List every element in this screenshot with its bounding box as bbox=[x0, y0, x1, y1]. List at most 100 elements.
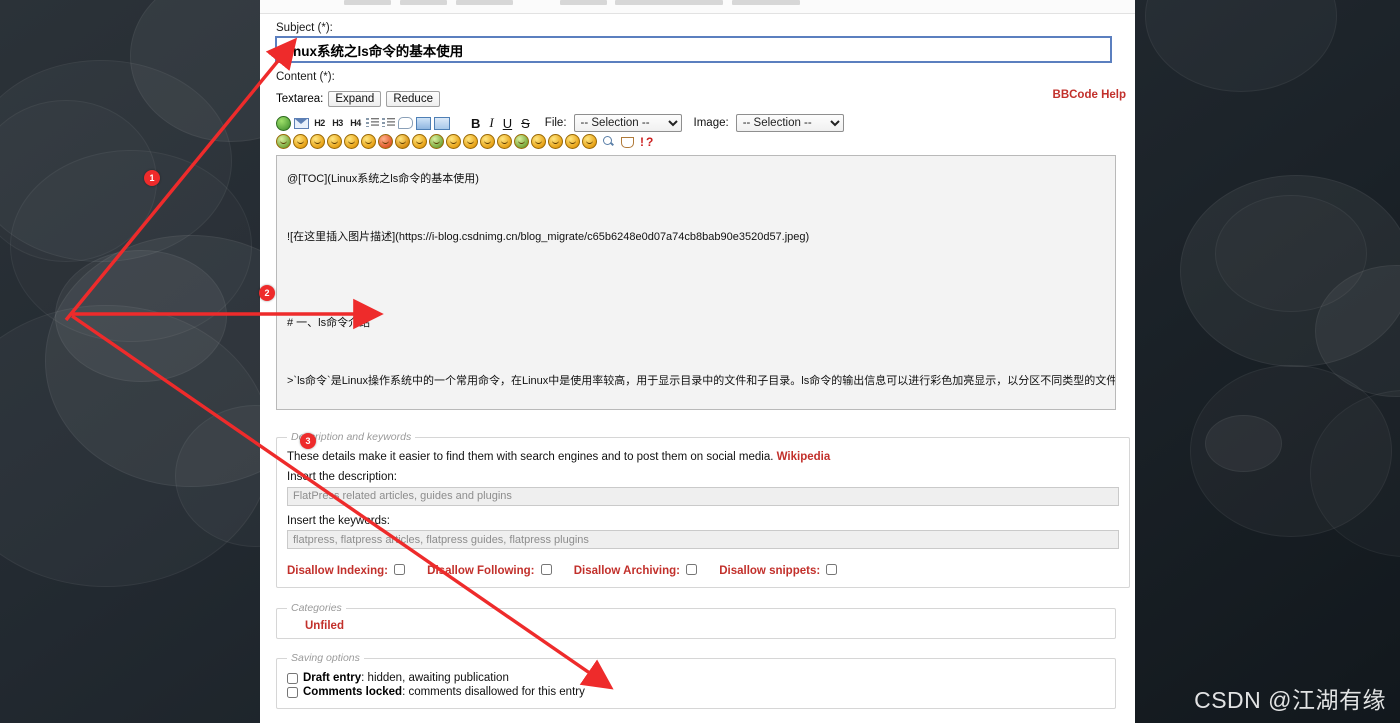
cutoff-button[interactable] bbox=[732, 0, 800, 5]
description-keywords-section: Description and keywords These details m… bbox=[276, 431, 1130, 588]
saving-section-legend: Saving options bbox=[287, 652, 364, 664]
image-insert-icon[interactable] bbox=[416, 117, 431, 130]
subject-label: Subject (*): bbox=[276, 22, 1126, 34]
smiley-icon[interactable] bbox=[565, 134, 580, 149]
wallpaper-bokeh bbox=[1310, 390, 1400, 557]
smiley-icon[interactable] bbox=[514, 134, 529, 149]
wallpaper-bokeh bbox=[1180, 175, 1400, 367]
smiley-icon[interactable] bbox=[480, 134, 495, 149]
wallpaper-bokeh bbox=[0, 305, 272, 587]
wallpaper-bokeh bbox=[0, 60, 232, 262]
comments-locked-checkbox[interactable] bbox=[287, 687, 298, 698]
draft-entry-option[interactable]: Draft entry: hidden, awaiting publicatio… bbox=[287, 672, 1105, 684]
textarea-label: Textarea: bbox=[276, 93, 323, 105]
exclamation-icon[interactable]: ! bbox=[640, 135, 644, 149]
h4-icon[interactable]: H4 bbox=[348, 116, 363, 130]
annotation-badge-3: 3 bbox=[300, 433, 316, 449]
draft-entry-label: Draft entry bbox=[303, 672, 361, 684]
smiley-icon[interactable] bbox=[412, 134, 427, 149]
disallow-snippets-label: Disallow snippets: bbox=[719, 565, 820, 577]
cutoff-toolbar-strip bbox=[260, 0, 1135, 14]
smiley-icon[interactable] bbox=[446, 134, 461, 149]
wallpaper-bokeh bbox=[55, 250, 227, 382]
expand-button[interactable]: Expand bbox=[328, 91, 381, 107]
ordered-list-icon[interactable] bbox=[382, 117, 395, 129]
file-select[interactable]: -- Selection -- bbox=[574, 114, 682, 132]
cutoff-button[interactable] bbox=[560, 0, 607, 5]
disallow-indexing-checkbox[interactable] bbox=[394, 564, 405, 575]
image-link-icon[interactable] bbox=[434, 117, 450, 130]
smiley-icon[interactable] bbox=[497, 134, 512, 149]
underline-button[interactable]: U bbox=[503, 116, 512, 131]
wallpaper-bokeh bbox=[1190, 365, 1392, 537]
wallpaper-bokeh bbox=[1315, 265, 1400, 397]
globe-icon[interactable] bbox=[276, 116, 291, 131]
disallow-following-checkbox[interactable] bbox=[541, 564, 552, 575]
cutoff-button[interactable] bbox=[615, 0, 723, 5]
smiley-icon[interactable] bbox=[463, 134, 478, 149]
wikipedia-link[interactable]: Wikipedia bbox=[777, 451, 831, 463]
strikethrough-button[interactable]: S bbox=[521, 116, 530, 131]
smiley-icon[interactable] bbox=[310, 134, 325, 149]
quote-icon[interactable] bbox=[398, 117, 413, 129]
category-unfiled[interactable]: Unfiled bbox=[305, 620, 1105, 632]
smiley-icon[interactable] bbox=[276, 134, 291, 149]
smiley-icon[interactable] bbox=[548, 134, 563, 149]
wallpaper-bokeh bbox=[10, 150, 252, 342]
smiley-icon[interactable] bbox=[361, 134, 376, 149]
mail-icon[interactable] bbox=[294, 118, 309, 129]
coffee-icon[interactable] bbox=[621, 137, 634, 148]
bbcode-help-link[interactable]: BBCode Help bbox=[1053, 89, 1126, 101]
disallow-snippets-option[interactable]: Disallow snippets: bbox=[719, 564, 837, 577]
smiley-icon[interactable] bbox=[429, 134, 444, 149]
unordered-list-icon[interactable] bbox=[366, 117, 379, 129]
keywords-input[interactable] bbox=[287, 530, 1119, 549]
italic-button[interactable]: I bbox=[489, 115, 493, 131]
wallpaper-bokeh bbox=[1145, 0, 1337, 92]
annotation-badge-2: 2 bbox=[259, 285, 275, 301]
reduce-button[interactable]: Reduce bbox=[386, 91, 440, 107]
magnifier-icon[interactable] bbox=[603, 136, 615, 148]
disallow-following-label: Disallow Following: bbox=[427, 565, 534, 577]
bold-button[interactable]: B bbox=[471, 116, 480, 131]
content-label: Content (*): bbox=[276, 71, 1126, 83]
draft-entry-checkbox[interactable] bbox=[287, 673, 298, 684]
disallow-archiving-checkbox[interactable] bbox=[686, 564, 697, 575]
smiley-icon[interactable] bbox=[531, 134, 546, 149]
smiley-toolbar: ! ? bbox=[276, 134, 1126, 149]
draft-entry-description: : hidden, awaiting publication bbox=[361, 672, 509, 684]
cutoff-button[interactable] bbox=[344, 0, 391, 5]
description-field-label: Insert the description: bbox=[287, 471, 1119, 483]
comments-locked-description: : comments disallowed for this entry bbox=[402, 686, 585, 698]
smiley-icon[interactable] bbox=[293, 134, 308, 149]
csdn-watermark: CSDN @江湖有缘 bbox=[1194, 681, 1386, 715]
subject-input[interactable] bbox=[276, 37, 1111, 62]
disallow-snippets-checkbox[interactable] bbox=[826, 564, 837, 575]
comments-locked-option[interactable]: Comments locked: comments disallowed for… bbox=[287, 686, 1105, 698]
h2-icon[interactable]: H2 bbox=[312, 116, 327, 130]
disallow-indexing-option[interactable]: Disallow Indexing: bbox=[287, 564, 405, 577]
question-icon[interactable]: ? bbox=[646, 135, 653, 149]
description-help-text: These details make it easier to find the… bbox=[287, 451, 1119, 463]
categories-section-legend: Categories bbox=[287, 602, 346, 614]
disallow-archiving-option[interactable]: Disallow Archiving: bbox=[574, 564, 698, 577]
h3-icon[interactable]: H3 bbox=[330, 116, 345, 130]
image-select[interactable]: -- Selection -- bbox=[736, 114, 844, 132]
smiley-icon[interactable] bbox=[395, 134, 410, 149]
smiley-icon[interactable] bbox=[582, 134, 597, 149]
file-label: File: bbox=[545, 117, 567, 129]
disallow-options-row: Disallow Indexing: Disallow Following: D… bbox=[287, 564, 1119, 577]
smiley-icon[interactable] bbox=[327, 134, 342, 149]
smiley-icon[interactable] bbox=[378, 134, 393, 149]
description-input[interactable] bbox=[287, 487, 1119, 506]
keywords-field-label: Insert the keywords: bbox=[287, 515, 1119, 527]
content-editor-wrapper bbox=[276, 155, 1126, 415]
cutoff-button[interactable] bbox=[400, 0, 447, 5]
cutoff-button[interactable] bbox=[456, 0, 513, 5]
editor-toolbar: H2 H3 H4 B I U S File: -- Selection -- I… bbox=[276, 114, 1126, 132]
saving-options-section: Saving options Draft entry: hidden, awai… bbox=[276, 652, 1116, 709]
disallow-following-option[interactable]: Disallow Following: bbox=[427, 564, 552, 577]
annotation-badge-1: 1 bbox=[144, 170, 160, 186]
content-textarea[interactable] bbox=[276, 155, 1116, 410]
smiley-icon[interactable] bbox=[344, 134, 359, 149]
